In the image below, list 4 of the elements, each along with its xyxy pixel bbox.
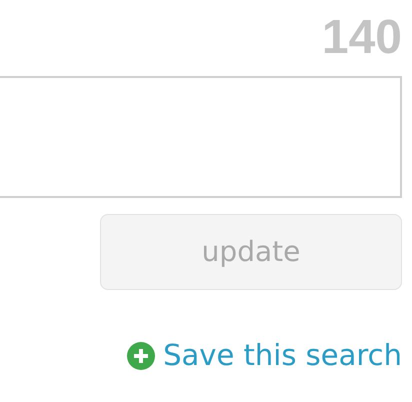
add-icon <box>127 342 156 370</box>
character-counter: 140 <box>322 14 402 62</box>
save-search-link[interactable]: Save this search <box>163 334 402 378</box>
text-field[interactable] <box>0 76 402 198</box>
